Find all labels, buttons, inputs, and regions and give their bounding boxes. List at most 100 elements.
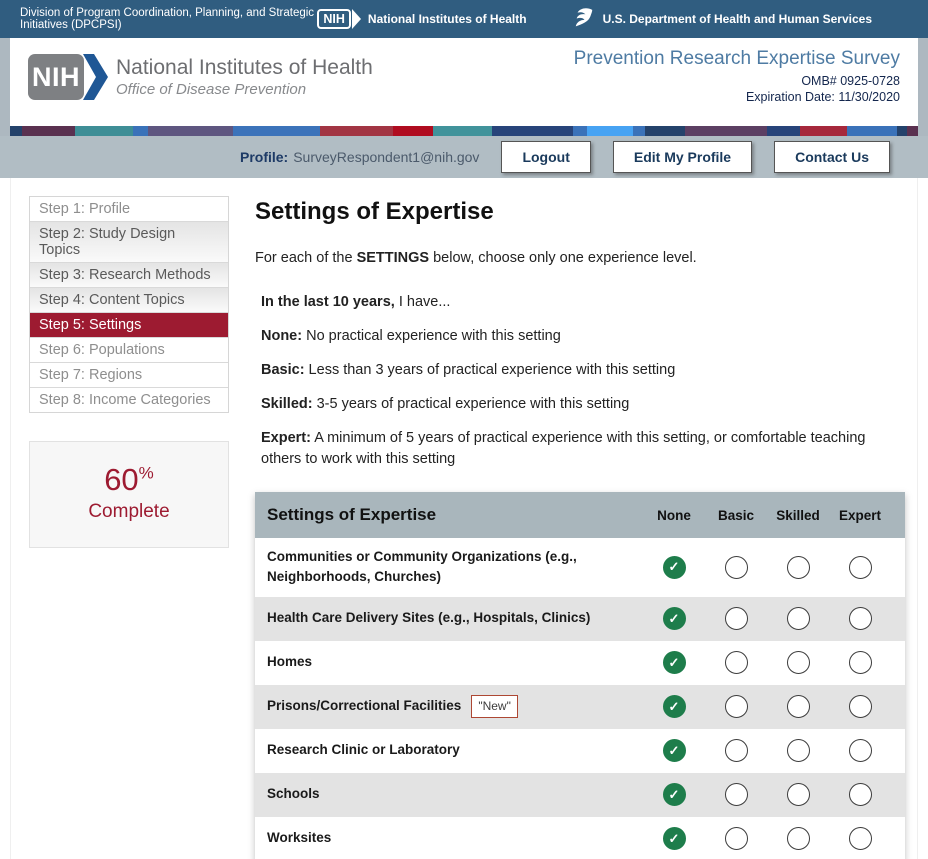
setting-label: Homes [267, 652, 643, 672]
sidebar-step[interactable]: Step 3: Research Methods [30, 263, 228, 288]
column-header-expert: Expert [829, 508, 891, 523]
stripe-segment [10, 126, 22, 136]
header-section: NIH National Institutes of Health Office… [0, 38, 928, 136]
contact-us-button[interactable]: Contact Us [774, 141, 890, 173]
profile-bar: Profile: SurveyRespondent1@nih.gov Logou… [0, 136, 928, 178]
sidebar-step[interactable]: Step 5: Settings [30, 313, 228, 338]
radio-skilled[interactable] [787, 556, 810, 579]
sidebar-step[interactable]: Step 7: Regions [30, 363, 228, 388]
radio-expert[interactable] [849, 827, 872, 850]
dpcpsi-label: Division of Program Coordination, Planni… [20, 7, 317, 31]
nih-topbar-label: National Institutes of Health [368, 12, 527, 26]
radio-cell: ✓ [643, 783, 705, 806]
radio-basic[interactable] [725, 651, 748, 674]
table-row: Schools ✓ [255, 773, 905, 817]
radio-cell [829, 783, 891, 806]
radio-basic[interactable] [725, 739, 748, 762]
edit-profile-button[interactable]: Edit My Profile [613, 141, 752, 173]
setting-label: Health Care Delivery Sites (e.g., Hospit… [267, 608, 643, 628]
radio-basic[interactable] [725, 607, 748, 630]
radio-cell: ✓ [643, 607, 705, 630]
profile-email: SurveyRespondent1@nih.gov [293, 149, 479, 165]
hhs-topbar-link[interactable]: U.S. Department of Health and Human Serv… [573, 7, 872, 31]
page: Division of Program Coordination, Planni… [0, 0, 928, 859]
page-title: Settings of Expertise [255, 198, 905, 226]
radio-none-selected[interactable]: ✓ [663, 827, 686, 850]
radio-cell [767, 827, 829, 850]
radio-skilled[interactable] [787, 739, 810, 762]
radio-cell [767, 651, 829, 674]
radio-basic[interactable] [725, 827, 748, 850]
radio-none-selected[interactable]: ✓ [663, 695, 686, 718]
nih-chevron-icon [352, 9, 361, 29]
stripe-segment [767, 126, 800, 136]
decorative-stripe [10, 126, 918, 136]
stripe-segment [22, 126, 75, 136]
setting-label: Schools [267, 784, 643, 804]
radio-basic[interactable] [725, 695, 748, 718]
radio-cell: ✓ [643, 827, 705, 850]
stripe-segment [800, 126, 847, 136]
sidebar-step[interactable]: Step 1: Profile [30, 197, 228, 222]
profile-label: Profile: [240, 149, 288, 165]
radio-skilled[interactable] [787, 651, 810, 674]
radio-cell [705, 556, 767, 579]
table-row: Homes ✓ [255, 641, 905, 685]
stripe-segment [587, 126, 633, 136]
stripe-segment [75, 126, 133, 136]
sidebar-step[interactable]: Step 8: Income Categories [30, 388, 228, 412]
sidebar-step[interactable]: Step 2: Study Design Topics [30, 222, 228, 263]
logout-button[interactable]: Logout [501, 141, 590, 173]
table-row: Research Clinic or Laboratory✓ [255, 729, 905, 773]
radio-cell [767, 556, 829, 579]
radio-basic[interactable] [725, 556, 748, 579]
stripe-segment [433, 126, 492, 136]
sidebar-step[interactable]: Step 4: Content Topics [30, 288, 228, 313]
stripe-segment [645, 126, 685, 136]
radio-skilled[interactable] [787, 607, 810, 630]
nih-logo-mark: NIH [28, 54, 84, 100]
radio-none-selected[interactable]: ✓ [663, 783, 686, 806]
radio-skilled[interactable] [787, 695, 810, 718]
stripe-segment [393, 126, 433, 136]
table-title: Settings of Expertise [267, 505, 643, 525]
radio-expert[interactable] [849, 739, 872, 762]
radio-cell [705, 607, 767, 630]
survey-title: Prevention Research Expertise Survey [574, 48, 900, 70]
radio-none-selected[interactable]: ✓ [663, 739, 686, 762]
radio-skilled[interactable] [787, 783, 810, 806]
setting-label: Prisons/Correctional Facilities"New" [267, 695, 643, 718]
radio-cell [705, 827, 767, 850]
radio-expert[interactable] [849, 783, 872, 806]
odp-logo[interactable]: NIH National Institutes of Health Office… [28, 54, 373, 100]
radio-cell [829, 739, 891, 762]
definition-line: Expert: A minimum of 5 years of practica… [261, 428, 905, 470]
radio-cell [829, 827, 891, 850]
radio-cell [767, 783, 829, 806]
radio-none-selected[interactable]: ✓ [663, 651, 686, 674]
radio-cell: ✓ [643, 651, 705, 674]
radio-none-selected[interactable]: ✓ [663, 607, 686, 630]
radio-expert[interactable] [849, 556, 872, 579]
table-row: Worksites✓ [255, 817, 905, 859]
step-nav: Step 1: ProfileStep 2: Study Design Topi… [29, 196, 229, 413]
radio-expert[interactable] [849, 607, 872, 630]
stripe-segment [907, 126, 918, 136]
radio-basic[interactable] [725, 783, 748, 806]
radio-expert[interactable] [849, 651, 872, 674]
radio-expert[interactable] [849, 695, 872, 718]
radio-cell [767, 695, 829, 718]
sidebar-step[interactable]: Step 6: Populations [30, 338, 228, 363]
radio-cell: ✓ [643, 739, 705, 762]
nih-topbar-link[interactable]: NIH National Institutes of Health [317, 9, 526, 29]
nih-logo-icon: NIH [317, 9, 351, 29]
column-header-basic: Basic [705, 508, 767, 523]
radio-none-selected[interactable]: ✓ [663, 556, 686, 579]
column-header-skilled: Skilled [767, 508, 829, 523]
stripe-segment [897, 126, 907, 136]
radio-cell [705, 739, 767, 762]
table-row: Communities or Community Organizations (… [255, 538, 905, 597]
column-header-none: None [643, 508, 705, 523]
radio-skilled[interactable] [787, 827, 810, 850]
sidebar: Step 1: ProfileStep 2: Study Design Topi… [29, 196, 229, 859]
